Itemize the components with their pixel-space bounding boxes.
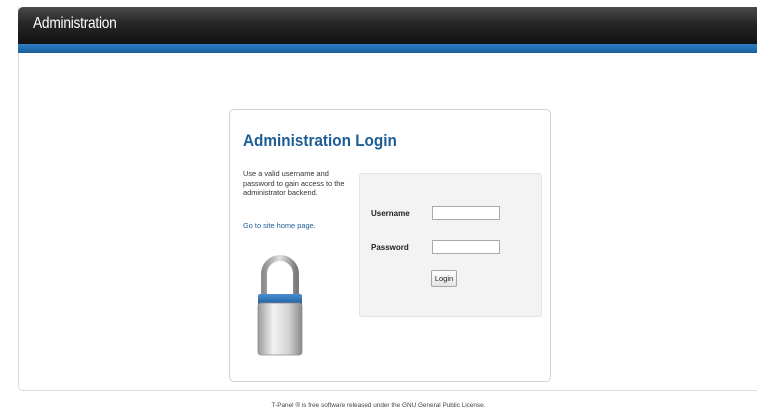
password-label: Password [371,243,409,252]
login-description: Use a valid username and password to gai… [243,169,345,197]
header-title: Administration [33,15,117,32]
footer-license-text: T-Panel ® is free software released unde… [271,402,486,409]
login-button[interactable]: Login [431,270,457,287]
header-stripe [18,44,757,53]
login-title: Administration Login [243,131,397,150]
site-home-link[interactable]: Go to site home page. [243,221,316,230]
padlock-icon [257,255,303,356]
username-label: Username [371,209,410,218]
username-input[interactable] [432,206,500,220]
header-bar: Administration [18,7,757,44]
password-input[interactable] [432,240,500,254]
